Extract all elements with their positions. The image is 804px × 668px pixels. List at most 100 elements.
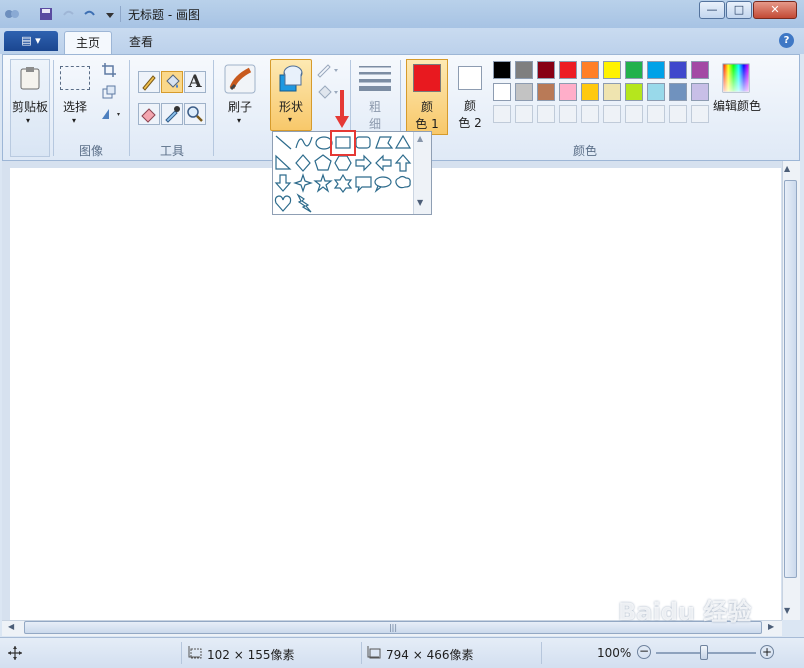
- customize-toolbar-icon[interactable]: [102, 6, 118, 22]
- redo-icon[interactable]: [82, 6, 98, 22]
- palette-color-swatch[interactable]: [537, 83, 555, 101]
- palette-custom-slot[interactable]: [559, 105, 577, 123]
- palette-custom-slot[interactable]: [493, 105, 511, 123]
- pentagon-shape-icon[interactable]: [314, 154, 332, 171]
- undo-icon[interactable]: [60, 6, 76, 22]
- palette-color-swatch[interactable]: [581, 61, 599, 79]
- palette-color-swatch[interactable]: [603, 61, 621, 79]
- brushes-button[interactable]: 刷子 ▾: [220, 60, 260, 130]
- palette-custom-slot[interactable]: [581, 105, 599, 123]
- palette-custom-slot[interactable]: [669, 105, 687, 123]
- color-picker-icon: [165, 106, 180, 123]
- shapes-button[interactable]: 形状 ▾: [270, 59, 312, 131]
- palette-color-swatch[interactable]: [625, 61, 643, 79]
- palette-color-swatch[interactable]: [603, 83, 621, 101]
- five-point-star-shape-icon[interactable]: [313, 173, 333, 193]
- fill-button[interactable]: [161, 71, 183, 93]
- palette-custom-slot[interactable]: [603, 105, 621, 123]
- zoom-out-button[interactable]: −: [637, 645, 651, 659]
- outline-icon[interactable]: [316, 62, 340, 78]
- palette-custom-slot[interactable]: [515, 105, 533, 123]
- scroll-down-arrow[interactable]: ▼: [784, 606, 790, 615]
- selection-size-text: 102 × 155像素: [207, 648, 295, 662]
- clipboard-button[interactable]: 剪贴板 ▾: [10, 59, 50, 157]
- zoom-slider-thumb[interactable]: [700, 645, 708, 660]
- select-dropdown-arrow[interactable]: ▾: [72, 116, 76, 125]
- diamond-shape-icon[interactable]: [295, 154, 311, 172]
- hexagon-shape-icon[interactable]: [334, 155, 352, 171]
- vertical-scroll-thumb[interactable]: [784, 180, 797, 578]
- paint-app-icon[interactable]: [4, 6, 20, 22]
- right-arrow-shape-icon[interactable]: [355, 154, 372, 172]
- heart-shape-icon[interactable]: [274, 195, 292, 212]
- zoom-in-button[interactable]: +: [760, 645, 774, 659]
- magnifier-button[interactable]: [184, 103, 206, 125]
- line-shape-icon[interactable]: [275, 135, 292, 150]
- select-label[interactable]: 选择: [58, 98, 92, 115]
- curve-shape-icon[interactable]: [295, 136, 313, 149]
- triangle-shape-icon[interactable]: [394, 134, 412, 149]
- palette-color-swatch[interactable]: [559, 83, 577, 101]
- polygon-shape-icon[interactable]: [375, 136, 394, 149]
- palette-custom-slot[interactable]: [625, 105, 643, 123]
- palette-color-swatch[interactable]: [647, 61, 665, 79]
- palette-color-swatch[interactable]: [647, 83, 665, 101]
- four-point-star-shape-icon[interactable]: [293, 173, 313, 193]
- oval-callout-shape-icon[interactable]: [374, 176, 392, 193]
- resize-icon[interactable]: [101, 84, 117, 100]
- rotate-icon[interactable]: [99, 106, 123, 122]
- tab-home[interactable]: 主页: [64, 31, 112, 54]
- help-button[interactable]: ?: [779, 33, 794, 48]
- lightning-shape-icon[interactable]: [296, 193, 312, 213]
- color-picker-button[interactable]: [161, 103, 183, 125]
- palette-color-swatch[interactable]: [669, 61, 687, 79]
- tab-view[interactable]: 查看: [118, 31, 164, 54]
- palette-color-swatch[interactable]: [691, 83, 709, 101]
- watermark: Baidu 经验: [618, 598, 752, 626]
- minimize-button[interactable]: —: [699, 1, 725, 19]
- palette-color-swatch[interactable]: [625, 83, 643, 101]
- select-icon[interactable]: [60, 66, 90, 90]
- text-tool-button[interactable]: A: [184, 71, 206, 93]
- palette-color-swatch[interactable]: [559, 61, 577, 79]
- title-bar: 无标题 - 画图 — □ ✕: [0, 0, 804, 28]
- palette-color-swatch[interactable]: [515, 83, 533, 101]
- color1-button[interactable]: 颜 色 1: [406, 59, 448, 135]
- palette-color-swatch[interactable]: [537, 61, 555, 79]
- rectangular-callout-shape-icon[interactable]: [355, 176, 372, 193]
- up-arrow-shape-icon[interactable]: [394, 154, 412, 172]
- edit-colors-button[interactable]: 编辑颜色: [712, 59, 762, 131]
- scroll-left-arrow[interactable]: ◀: [8, 622, 14, 631]
- crop-icon[interactable]: [101, 62, 117, 78]
- palette-color-swatch[interactable]: [581, 83, 599, 101]
- scroll-right-arrow[interactable]: ▶: [768, 622, 774, 631]
- six-point-star-shape-icon[interactable]: [333, 173, 353, 193]
- rounded-rectangle-shape-icon[interactable]: [355, 136, 371, 149]
- palette-color-swatch[interactable]: [691, 61, 709, 79]
- left-arrow-shape-icon[interactable]: [375, 154, 392, 172]
- palette-color-swatch[interactable]: [669, 83, 687, 101]
- save-icon[interactable]: [38, 6, 54, 22]
- palette-custom-slot[interactable]: [537, 105, 555, 123]
- scroll-up-arrow[interactable]: ▲: [784, 164, 790, 173]
- gallery-down-arrow[interactable]: ▼: [417, 198, 423, 207]
- palette-color-swatch[interactable]: [493, 61, 511, 79]
- drawing-canvas[interactable]: [10, 168, 781, 620]
- palette-color-swatch[interactable]: [515, 61, 533, 79]
- palette-color-swatch[interactable]: [493, 83, 511, 101]
- palette-custom-slot[interactable]: [647, 105, 665, 123]
- right-triangle-shape-icon[interactable]: [275, 154, 292, 170]
- color2-button[interactable]: 颜 色 2: [450, 59, 490, 135]
- palette-custom-slot[interactable]: [691, 105, 709, 123]
- pencil-button[interactable]: [138, 71, 160, 93]
- tools-group-label: 工具: [159, 144, 184, 158]
- eraser-button[interactable]: [138, 103, 160, 125]
- cloud-callout-shape-icon[interactable]: [395, 175, 411, 189]
- maximize-button[interactable]: □: [726, 1, 752, 19]
- gallery-up-arrow[interactable]: ▲: [417, 134, 423, 143]
- app-menu-button[interactable]: ▤ ▾: [4, 31, 58, 51]
- shapes-gallery-scrollbar[interactable]: ▲ ▼: [413, 132, 431, 214]
- close-button[interactable]: ✕: [753, 1, 797, 19]
- down-arrow-shape-icon[interactable]: [274, 174, 292, 192]
- size-button[interactable]: 粗 细: [355, 60, 395, 132]
